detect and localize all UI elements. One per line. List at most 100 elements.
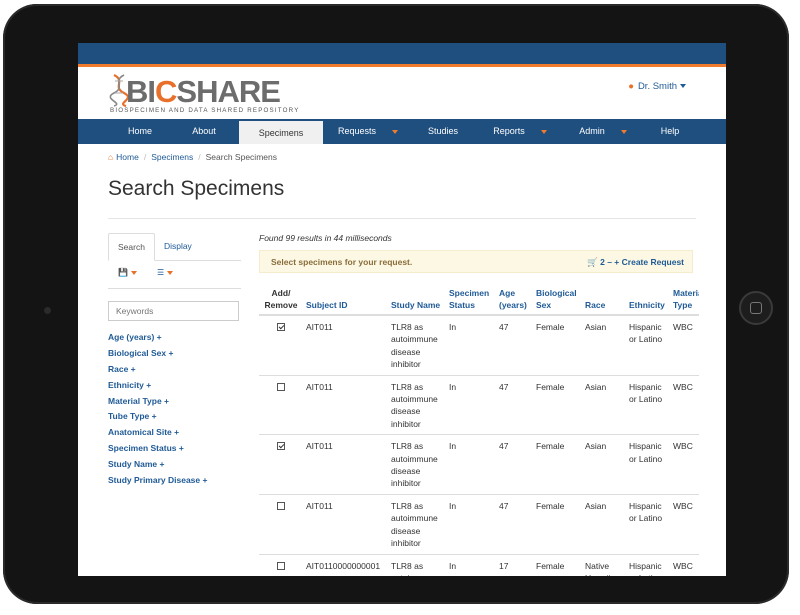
row-checkbox[interactable] (277, 442, 285, 451)
column-header-material-type[interactable]: Material Type (670, 285, 699, 316)
tab-search[interactable]: Search (108, 233, 155, 261)
table-row: AIT011 TLR8 as autoimmune disease inhibit… (259, 374, 699, 435)
page-title: Search Specimens (108, 177, 285, 200)
cell-age: 17 (496, 553, 533, 576)
row-checkbox[interactable] (277, 323, 285, 331)
results-table: Add/ Remove Subject ID Study Name Specim… (259, 285, 699, 576)
add-remove-cell (259, 374, 303, 435)
column-header-subject-id[interactable]: Subject ID (303, 285, 388, 316)
cell-subject-id: AIT011 (303, 314, 388, 376)
cell-ethnicity: Hispanic or Latino (626, 434, 670, 495)
biocshare-logo[interactable]: BICSHARE BIOSPECIMEN AND DATA SHARED REP… (106, 71, 306, 117)
cell-study-name: TLR8 as autoimmune disease inhibitor (388, 553, 446, 576)
filter-material-type[interactable]: Material Type + (108, 396, 241, 412)
plus-icon: + (614, 257, 620, 267)
breadcrumb-home[interactable]: Home (116, 152, 139, 162)
cell-age: 47 (496, 314, 533, 376)
filter-study-primary-disease[interactable]: Study Primary Disease + (108, 475, 241, 491)
add-remove-cell (259, 434, 303, 495)
keyword-search-input[interactable] (108, 301, 239, 321)
table-body: AIT011 TLR8 as autoimmune disease inhibit… (259, 314, 699, 576)
chevron-down-icon (392, 129, 399, 134)
results-table-wrapper: Add/ Remove Subject ID Study Name Specim… (259, 285, 699, 576)
table-row: AIT011 TLR8 as autoimmune disease inhibit… (259, 434, 699, 495)
column-header-age[interactable]: Age (years) (496, 285, 533, 316)
filter-age[interactable]: Age (years) + (108, 332, 241, 348)
breadcrumb: ⌂ Home / Specimens / Search Specimens (108, 152, 277, 162)
sidebar-tabs: Search Display (108, 233, 241, 261)
cell-material-type: WBC (670, 314, 699, 376)
tablet-frame: BICSHARE BIOSPECIMEN AND DATA SHARED REP… (3, 4, 789, 604)
column-header-specimen-status[interactable]: Specimen Status (446, 285, 496, 316)
logo-tagline: BIOSPECIMEN AND DATA SHARED REPOSITORY (110, 107, 300, 114)
search-sidebar: Search Display 💾 ☰ Age (years) + Biologi… (108, 233, 241, 491)
create-request-link[interactable]: 🛒 2 – + Create Request (587, 257, 684, 268)
column-header-add-remove: Add/ Remove (259, 285, 303, 316)
column-header-ethnicity[interactable]: Ethnicity (626, 285, 670, 316)
cell-material-type: WBC (670, 493, 699, 554)
cell-subject-id: AIT011 (303, 493, 388, 554)
column-header-race[interactable]: Race (582, 285, 626, 316)
cart-icon: 🛒 (587, 257, 598, 267)
cell-material-type: WBC (670, 434, 699, 495)
sidebar-toolbar: 💾 ☰ (108, 261, 241, 289)
nav-studies[interactable]: Studies (413, 119, 473, 144)
cell-study-name: TLR8 as autoimmune disease inhibitor (388, 374, 446, 435)
filter-anatomical-site[interactable]: Anatomical Site + (108, 427, 241, 443)
cell-age: 47 (496, 434, 533, 495)
nav-help[interactable]: Help (639, 119, 701, 144)
main-nav: Home About Specimens Requests Studies Re… (78, 119, 726, 144)
cell-specimen-status: In (446, 374, 496, 435)
nav-specimens[interactable]: Specimens (239, 119, 323, 144)
row-checkbox[interactable] (277, 561, 285, 570)
nav-reports[interactable]: Reports (473, 119, 567, 144)
nav-admin[interactable]: Admin (567, 119, 639, 144)
filter-ethnicity[interactable]: Ethnicity + (108, 380, 241, 396)
nav-requests[interactable]: Requests (323, 119, 413, 144)
cell-biological-sex: Female (533, 553, 582, 576)
cell-ethnicity: Hispanic or Latino (626, 553, 670, 576)
cell-subject-id: AIT011 (303, 374, 388, 435)
cell-ethnicity: Hispanic or Latino (626, 314, 670, 376)
cell-specimen-status: In (446, 314, 496, 376)
column-header-study-name[interactable]: Study Name (388, 285, 446, 316)
cell-specimen-status: In (446, 434, 496, 495)
cell-race: Asian (582, 434, 626, 495)
cell-race: Asian (582, 374, 626, 435)
title-divider (108, 218, 696, 219)
table-header-row: Add/ Remove Subject ID Study Name Specim… (259, 285, 699, 316)
cell-age: 47 (496, 493, 533, 554)
tab-display[interactable]: Display (155, 233, 201, 260)
top-bar (78, 43, 726, 67)
filter-biological-sex[interactable]: Biological Sex + (108, 348, 241, 364)
add-remove-cell (259, 553, 303, 576)
filter-study-name[interactable]: Study Name + (108, 459, 241, 475)
selection-alert: Select specimens for your request. 🛒 2 –… (259, 250, 693, 273)
cell-biological-sex: Female (533, 374, 582, 435)
table-row: AIT011 TLR8 as autoimmune disease inhibit… (259, 314, 699, 376)
sliders-icon[interactable]: ☰ (157, 268, 174, 288)
cell-subject-id: AIT0110000000001 (303, 553, 388, 576)
results-count: Found 99 results in 44 milliseconds (259, 233, 392, 243)
filter-list: Age (years) + Biological Sex + Race + Et… (108, 332, 241, 491)
nav-home[interactable]: Home (111, 119, 169, 144)
column-header-biological-sex[interactable]: Biological Sex (533, 285, 582, 316)
table-row: AIT011 TLR8 as autoimmune disease inhibit… (259, 493, 699, 554)
filter-race[interactable]: Race + (108, 364, 241, 380)
nav-about[interactable]: About (169, 119, 239, 144)
filter-tube-type[interactable]: Tube Type + (108, 411, 241, 427)
user-icon: ● (628, 81, 634, 92)
breadcrumb-specimens[interactable]: Specimens (151, 152, 193, 162)
cell-ethnicity: Hispanic or Latino (626, 374, 670, 435)
row-checkbox[interactable] (277, 382, 285, 391)
row-checkbox[interactable] (277, 501, 285, 510)
cell-ethnicity: Hispanic or Latino (626, 493, 670, 554)
cell-biological-sex: Female (533, 314, 582, 376)
home-button[interactable] (739, 291, 773, 325)
cell-subject-id: AIT011 (303, 434, 388, 495)
user-menu[interactable]: ● Dr. Smith (628, 81, 686, 92)
save-icon[interactable]: 💾 (118, 268, 137, 288)
cell-specimen-status: In (446, 553, 496, 576)
breadcrumb-current: Search Specimens (205, 152, 277, 162)
filter-specimen-status[interactable]: Specimen Status + (108, 443, 241, 459)
